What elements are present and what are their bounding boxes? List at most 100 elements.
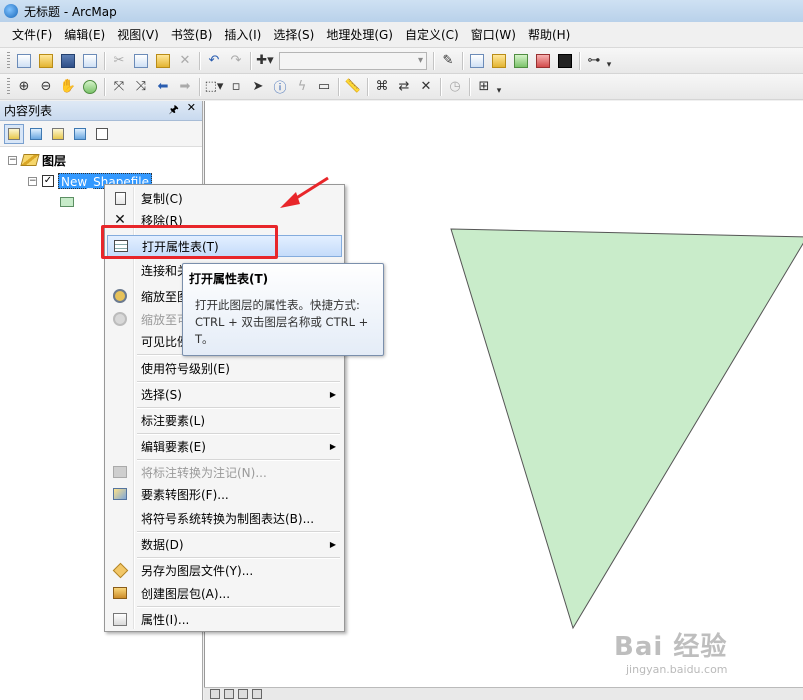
close-icon[interactable]: ✕ [187, 101, 196, 120]
zoom-out-icon: ⊖ [40, 79, 52, 94]
pin-icon[interactable]: 🖈 [169, 101, 179, 120]
menu-label-features[interactable]: 标注要素(L) [107, 409, 342, 431]
zoom-in-button[interactable]: ⊕ [14, 77, 34, 97]
search-window-button[interactable] [511, 51, 531, 71]
model-builder-button[interactable]: ⊶ [584, 51, 604, 71]
menu-selection[interactable]: 选择(S) [267, 25, 320, 45]
submenu-arrow-icon: ▶ [329, 539, 336, 549]
save-button[interactable] [58, 51, 78, 71]
hyperlink-button[interactable]: ϟ [292, 77, 312, 97]
measure-button[interactable]: 📏 [343, 77, 363, 97]
print-button[interactable] [80, 51, 100, 71]
fixed-zoom-in-icon: ⤧ [113, 79, 125, 94]
viewer-window-button[interactable]: ⊞ [474, 77, 494, 97]
list-by-visibility-button[interactable] [48, 124, 68, 144]
menu-help[interactable]: 帮助(H) [522, 25, 576, 45]
zoom-out-button[interactable]: ⊖ [36, 77, 56, 97]
python-window-button[interactable] [555, 51, 575, 71]
menu-selection-label: 选择(S) [141, 387, 182, 402]
select-features-button[interactable]: ⬚▾ [204, 77, 224, 97]
menu-save-as-layer-file[interactable]: 另存为图层文件(Y)... [107, 559, 342, 581]
baidu-watermark: Bai 经验 jingyan.baidu.com [614, 626, 799, 686]
paste-button[interactable] [153, 51, 173, 71]
toolbar-options-button[interactable]: ▾ [495, 78, 503, 96]
scissors-icon: ✂ [113, 53, 125, 68]
full-extent-button[interactable] [80, 77, 100, 97]
map-scale-combo[interactable] [279, 51, 427, 70]
copy-button[interactable] [131, 51, 151, 71]
refresh-button[interactable] [238, 689, 248, 699]
clipboard-icon [156, 53, 170, 68]
pause-drawing-button[interactable] [252, 689, 262, 699]
menu-bookmarks[interactable]: 书签(B) [165, 25, 219, 45]
menu-file[interactable]: 文件(F) [6, 25, 58, 45]
open-button[interactable] [36, 51, 56, 71]
toc-window-icon [470, 53, 484, 68]
select-elements-button[interactable]: ➤ [248, 77, 268, 97]
triangle-polygon-feature[interactable] [450, 228, 803, 630]
menu-properties[interactable]: 属性(I)... [107, 608, 342, 630]
layout-view-button[interactable] [224, 689, 234, 699]
menu-convert-labels[interactable]: 将标注转换为注记(N)... [107, 461, 342, 483]
menu-edit-features[interactable]: 编辑要素(E) ▶ [107, 435, 342, 457]
redo-button[interactable]: ↷ [226, 51, 246, 71]
menu-edit[interactable]: 编辑(E) [58, 25, 111, 45]
hand-icon: ✋ [59, 79, 77, 94]
delete-button[interactable]: ✕ [175, 51, 195, 71]
submenu-arrow-icon: ▶ [329, 441, 336, 451]
pan-button[interactable]: ✋ [58, 77, 78, 97]
find-button[interactable]: ⌘ [372, 77, 392, 97]
go-to-xy-button[interactable]: ✕ [416, 77, 436, 97]
layer-visibility-checkbox[interactable]: ✓ [42, 175, 54, 187]
data-view-button[interactable] [210, 689, 220, 699]
menu-insert[interactable]: 插入(I) [218, 25, 267, 45]
toolbar-grip[interactable] [7, 51, 10, 70]
menu-view[interactable]: 视图(V) [111, 25, 165, 45]
undo-button[interactable]: ↶ [204, 51, 224, 71]
forward-extent-button[interactable]: ➡ [175, 77, 195, 97]
list-by-source-button[interactable] [26, 124, 46, 144]
catalog-button[interactable] [489, 51, 509, 71]
back-extent-button[interactable]: ⬅ [153, 77, 173, 97]
group-layer-row[interactable]: − 图层 [8, 151, 66, 169]
menu-windows[interactable]: 窗口(W) [465, 25, 522, 45]
arctoolbox-button[interactable] [533, 51, 553, 71]
find-route-button[interactable]: ⇄ [394, 77, 414, 97]
toolbar-grip[interactable] [7, 77, 10, 96]
polygon-symbol-swatch[interactable] [60, 197, 74, 207]
menu-convert-symbology[interactable]: 将符号系统转换为制图表达(B)... [107, 507, 342, 529]
time-slider-button[interactable]: ◷ [445, 77, 465, 97]
fixed-zoom-out-button[interactable]: ⤨ [131, 77, 151, 97]
model-builder-icon: ⊶ [587, 53, 601, 68]
toolbar-separator [433, 51, 434, 70]
menu-features-to-graphics[interactable]: 要素转图形(F)... [107, 483, 342, 505]
layer-package-icon [113, 587, 127, 599]
menu-geoprocessing[interactable]: 地理处理(G) [320, 25, 399, 45]
collapse-icon[interactable]: − [28, 176, 37, 186]
layer-symbol-row[interactable] [60, 193, 74, 211]
list-by-selection-button[interactable] [70, 124, 90, 144]
identify-button[interactable]: ⓘ [270, 77, 290, 97]
menu-customize[interactable]: 自定义(C) [399, 25, 465, 45]
group-layer-label: 图层 [42, 153, 67, 168]
new-document-button[interactable] [14, 51, 34, 71]
toc-options-button[interactable] [92, 124, 112, 144]
menu-use-symbol-levels[interactable]: 使用符号级别(E) [107, 357, 342, 379]
pencil-icon: ✎ [442, 53, 454, 68]
clear-selection-button[interactable]: ▫ [226, 77, 246, 97]
toolbar-separator [579, 51, 580, 70]
cut-button[interactable]: ✂ [109, 51, 129, 71]
table-of-contents-button[interactable] [467, 51, 487, 71]
toolbar-options-button[interactable]: ▾ [605, 52, 613, 70]
editor-toolbar-button[interactable]: ✎ [438, 51, 458, 71]
menu-data[interactable]: 数据(D) ▶ [107, 533, 342, 555]
collapse-icon[interactable]: − [8, 155, 17, 165]
menu-selection[interactable]: 选择(S) ▶ [107, 383, 342, 405]
time-slider-icon: ◷ [449, 79, 461, 94]
html-popup-button[interactable]: ▭ [314, 77, 334, 97]
add-data-button[interactable]: ✚▾ [255, 51, 275, 71]
menu-create-layer-package[interactable]: 创建图层包(A)... [107, 582, 342, 604]
list-by-drawing-order-button[interactable] [4, 123, 24, 144]
fixed-zoom-in-button[interactable]: ⤧ [109, 77, 129, 97]
properties-icon [113, 612, 127, 626]
